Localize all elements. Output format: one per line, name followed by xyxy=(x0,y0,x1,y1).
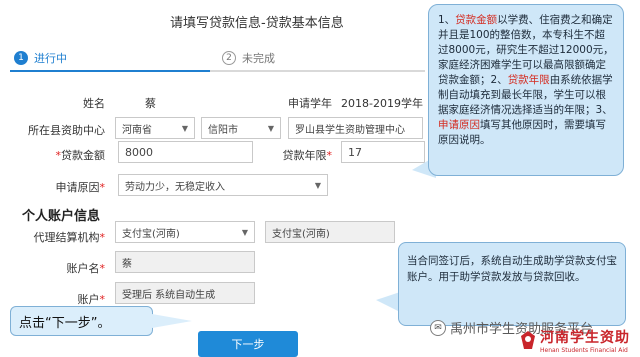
name-value: 蔡 xyxy=(145,97,156,110)
name-label: 姓名 xyxy=(83,97,105,110)
logo-subtext: Henan Students Financial Aid xyxy=(540,347,628,354)
loan-amount-label: *贷款金额 xyxy=(40,147,106,163)
loan-info-callout: 1、贷款金额以学费、住宿费之和确定并且是100的整倍数，本专科生不超过8000元… xyxy=(428,4,624,176)
chevron-down-icon: ▼ xyxy=(181,123,188,133)
required-mark: * xyxy=(99,262,106,275)
loan-amount-input[interactable]: 8000 xyxy=(118,141,253,163)
account-section-title: 个人账户信息 xyxy=(22,209,101,224)
required-mark: * xyxy=(99,181,106,194)
callout-text: 1、 xyxy=(438,14,456,26)
step-number-1: 1 xyxy=(14,51,28,65)
step-in-progress: 1 进行中 xyxy=(14,50,67,66)
required-mark: * xyxy=(326,149,333,162)
account-field: 受理后 系统自动生成 xyxy=(115,282,255,304)
apply-reason-label-text: 申请原因 xyxy=(55,181,100,194)
agent-display-value: 支付宝(河南) xyxy=(272,228,330,240)
account-label-text: 账户 xyxy=(77,293,100,306)
step-label-1: 进行中 xyxy=(34,52,67,65)
province-select[interactable]: 河南省 ▼ xyxy=(115,117,195,139)
account-info-callout: 当合同签订后，系统自动生成助学贷款支付宝账户。用于助学贷款发放与贷款回收。 xyxy=(398,242,626,326)
page-title: 请填写贷款信息-贷款基本信息 xyxy=(170,16,344,31)
county-center-value: 罗山县学生资助管理中心 xyxy=(295,124,405,136)
step-incomplete: 2 未完成 xyxy=(222,50,275,66)
apply-reason-select[interactable]: 劳动力少，无稳定收入 ▼ xyxy=(118,174,328,196)
hint-pointer xyxy=(152,314,192,328)
city-select[interactable]: 信阳市 ▼ xyxy=(201,117,281,139)
agent-value: 支付宝(河南) xyxy=(122,228,180,240)
required-mark: * xyxy=(99,231,106,244)
apply-reason-label: 申请原因* xyxy=(40,179,106,195)
chevron-down-icon: ▼ xyxy=(267,123,274,133)
callout-highlight-term: 贷款年限 xyxy=(507,74,550,86)
province-value: 河南省 xyxy=(122,124,152,136)
loan-term-value: 17 xyxy=(348,145,362,159)
account-name-value: 蔡 xyxy=(122,258,132,270)
account-name-label-text: 账户名 xyxy=(66,262,100,275)
loan-amount-value: 8000 xyxy=(125,145,153,159)
city-value: 信阳市 xyxy=(208,124,238,136)
next-step-hint: 点击“下一步”。 xyxy=(10,306,153,336)
loan-term-label: 贷款年限* xyxy=(272,147,333,163)
logo-text: 河南学生资助 xyxy=(540,330,630,346)
required-mark: * xyxy=(99,293,106,306)
school-year-label: 申请学年 xyxy=(288,97,332,110)
account-name-field: 蔡 xyxy=(115,251,255,273)
account-value: 受理后 系统自动生成 xyxy=(122,289,216,301)
agent-select[interactable]: 支付宝(河南) ▼ xyxy=(115,221,255,243)
loan-term-label-text: 贷款年限 xyxy=(282,149,327,162)
progress-fill xyxy=(10,70,210,72)
account-name-label: 账户名* xyxy=(40,260,106,276)
apply-reason-value: 劳动力少，无稳定收入 xyxy=(125,181,225,193)
step-number-2: 2 xyxy=(222,51,236,65)
county-center-select[interactable]: 罗山县学生资助管理中心 xyxy=(288,117,423,139)
aid-center-label: 所在县资助中心 xyxy=(28,124,105,137)
school-year-value: 2018-2019学年 xyxy=(341,97,423,110)
agent-label-text: 代理结算机构 xyxy=(33,231,100,244)
aid-logo-icon xyxy=(521,331,535,349)
callout-highlight-amount: 贷款金额 xyxy=(455,14,498,26)
step-label-2: 未完成 xyxy=(242,52,275,65)
hint-text: 点击“下一步”。 xyxy=(19,315,111,331)
next-step-button[interactable]: 下一步 xyxy=(198,331,298,357)
loan-amount-label-text: 贷款金额 xyxy=(61,149,105,162)
aid-logo: 河南学生资助 Henan Students Financial Aid xyxy=(540,327,630,354)
next-step-label: 下一步 xyxy=(231,338,265,351)
callout-pointer xyxy=(376,292,400,312)
chevron-down-icon: ▼ xyxy=(241,227,248,237)
agent-label: 代理结算机构* xyxy=(10,229,106,245)
agent-display-field: 支付宝(河南) xyxy=(265,221,395,243)
wechat-icon: ✉ xyxy=(430,319,446,336)
chevron-down-icon: ▼ xyxy=(314,180,321,190)
account-label: 账户* xyxy=(40,291,106,307)
callout-highlight-reason: 申请原因 xyxy=(438,119,480,131)
callout-text: 当合同签订后，系统自动生成助学贷款支付宝账户。用于助学贷款发放与贷款回收。 xyxy=(407,255,617,283)
